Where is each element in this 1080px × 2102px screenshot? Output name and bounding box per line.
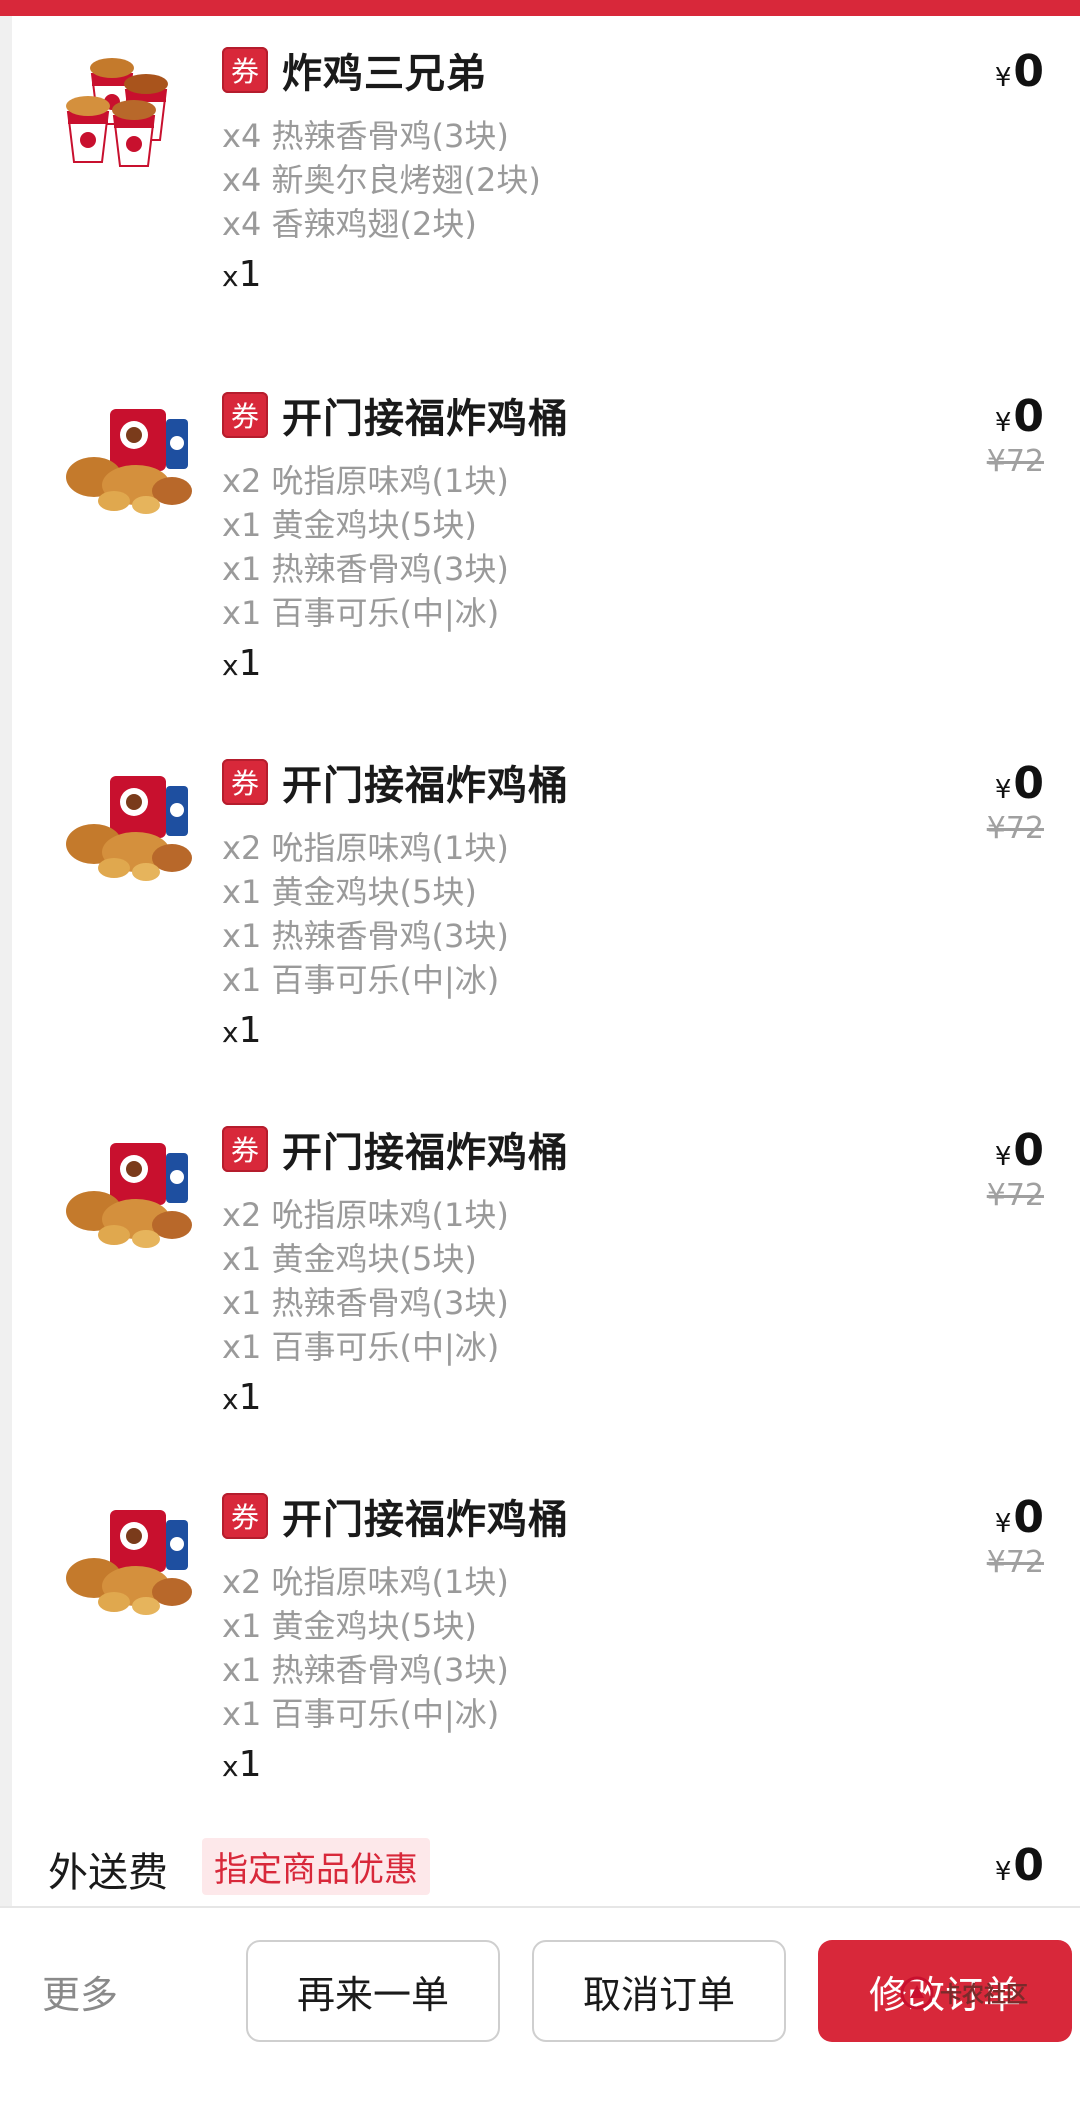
component-line: x4 热辣香骨鸡(3块) <box>222 117 509 155</box>
original-price: ¥72 <box>986 1545 1044 1580</box>
item-components: x4 热辣香骨鸡(3块) x4 新奥尔良烤翅(2块) x4 香辣鸡翅(2块) <box>222 114 541 246</box>
item-title-row: 券 开门接福炸鸡桶 <box>222 387 569 443</box>
component-line: x1 百事可乐(中|冰) <box>222 961 500 999</box>
order-item: 券 开门接福炸鸡桶 x2 吮指原味鸡(1块) x1 黄金鸡块(5块) x1 热辣… <box>12 728 1080 1088</box>
item-price: ¥0 ¥72 <box>986 391 1044 479</box>
fried-chicken-bucket-image <box>66 1510 192 1615</box>
item-name: 开门接福炸鸡桶 <box>282 1130 569 1176</box>
component-line: x1 热辣香骨鸡(3块) <box>222 1651 509 1689</box>
item-quantity: x1 <box>222 1744 262 1785</box>
order-item: 券 炸鸡三兄弟 x4 热辣香骨鸡(3块) x4 新奥尔良烤翅(2块) x4 香辣… <box>12 16 1080 376</box>
cancel-order-button[interactable]: 取消订单 <box>532 1940 786 2042</box>
discount-tag: 指定商品优惠 <box>202 1838 430 1895</box>
item-price: ¥0 ¥72 <box>986 758 1044 846</box>
item-quantity: x1 <box>222 254 262 295</box>
coupon-badge-icon: 券 <box>222 759 268 805</box>
order-item: 券 开门接福炸鸡桶 x2 吮指原味鸡(1块) x1 黄金鸡块(5块) x1 热辣… <box>12 1462 1080 1822</box>
coupon-badge-icon: 券 <box>222 47 268 93</box>
item-title-row: 券 开门接福炸鸡桶 <box>222 1121 569 1177</box>
original-price: ¥72 <box>986 1178 1044 1213</box>
order-item: 券 开门接福炸鸡桶 x2 吮指原味鸡(1块) x1 黄金鸡块(5块) x1 热辣… <box>12 361 1080 721</box>
item-price: ¥0 <box>994 46 1044 97</box>
item-title-row: 券 开门接福炸鸡桶 <box>222 754 569 810</box>
component-line: x1 百事可乐(中|冰) <box>222 594 500 632</box>
component-line: x2 吮指原味鸡(1块) <box>222 462 509 500</box>
coupon-badge-icon: 券 <box>222 392 268 438</box>
watermark-logo-icon <box>900 1976 934 2010</box>
item-title-row: 券 开门接福炸鸡桶 <box>222 1488 569 1544</box>
original-price: ¥72 <box>986 811 1044 846</box>
reorder-button[interactable]: 再来一单 <box>246 1940 500 2042</box>
item-name: 炸鸡三兄弟 <box>282 51 487 97</box>
component-line: x1 黄金鸡块(5块) <box>222 873 477 911</box>
fried-chicken-bucket-image <box>66 776 192 881</box>
item-components: x2 吮指原味鸡(1块) x1 黄金鸡块(5块) x1 热辣香骨鸡(3块) x1… <box>222 459 509 635</box>
more-button[interactable]: 更多 <box>42 1964 118 2019</box>
watermark: 卡农社区 <box>900 1976 1028 2010</box>
component-line: x1 热辣香骨鸡(3块) <box>222 917 509 955</box>
item-quantity: x1 <box>222 1377 262 1418</box>
item-components: x2 吮指原味鸡(1块) x1 黄金鸡块(5块) x1 热辣香骨鸡(3块) x1… <box>222 1560 509 1736</box>
item-name: 开门接福炸鸡桶 <box>282 396 569 442</box>
component-line: x1 百事可乐(中|冰) <box>222 1695 500 1733</box>
item-title-row: 券 炸鸡三兄弟 <box>222 42 487 98</box>
coupon-badge-icon: 券 <box>222 1126 268 1172</box>
component-line: x1 黄金鸡块(5块) <box>222 1607 477 1645</box>
component-line: x1 黄金鸡块(5块) <box>222 1240 477 1278</box>
item-name: 开门接福炸鸡桶 <box>282 1497 569 1543</box>
fried-chicken-bucket-image <box>66 1143 192 1248</box>
delivery-fee-label: 外送费 <box>48 1850 168 1896</box>
fried-chicken-buckets-image <box>66 58 168 167</box>
delivery-fee-row: 外送费 指定商品优惠 ¥0 <box>12 1826 1080 1906</box>
component-line: x2 吮指原味鸡(1块) <box>222 829 509 867</box>
component-line: x1 黄金鸡块(5块) <box>222 506 477 544</box>
component-line: x2 吮指原味鸡(1块) <box>222 1196 509 1234</box>
order-items-list: 券 炸鸡三兄弟 x4 热辣香骨鸡(3块) x4 新奥尔良烤翅(2块) x4 香辣… <box>12 16 1080 1906</box>
component-line: x1 热辣香骨鸡(3块) <box>222 1284 509 1322</box>
fried-chicken-bucket-image <box>66 409 192 514</box>
component-line: x4 新奥尔良烤翅(2块) <box>222 161 541 199</box>
top-accent-bar <box>0 0 1080 16</box>
item-name: 开门接福炸鸡桶 <box>282 763 569 809</box>
component-line: x1 百事可乐(中|冰) <box>222 1328 500 1366</box>
item-quantity: x1 <box>222 1010 262 1051</box>
original-price: ¥72 <box>986 444 1044 479</box>
coupon-badge-icon: 券 <box>222 1493 268 1539</box>
watermark-text: 卡农社区 <box>940 1983 1029 2008</box>
item-components: x2 吮指原味鸡(1块) x1 黄金鸡块(5块) x1 热辣香骨鸡(3块) x1… <box>222 826 509 1002</box>
component-line: x2 吮指原味鸡(1块) <box>222 1563 509 1601</box>
item-components: x2 吮指原味鸡(1块) x1 黄金鸡块(5块) x1 热辣香骨鸡(3块) x1… <box>222 1193 509 1369</box>
component-line: x4 香辣鸡翅(2块) <box>222 205 477 243</box>
delivery-fee-price: ¥0 <box>994 1840 1044 1891</box>
item-price: ¥0 ¥72 <box>986 1125 1044 1213</box>
order-item: 券 开门接福炸鸡桶 x2 吮指原味鸡(1块) x1 黄金鸡块(5块) x1 热辣… <box>12 1095 1080 1455</box>
component-line: x1 热辣香骨鸡(3块) <box>222 550 509 588</box>
item-price: ¥0 ¥72 <box>986 1492 1044 1580</box>
item-quantity: x1 <box>222 643 262 684</box>
